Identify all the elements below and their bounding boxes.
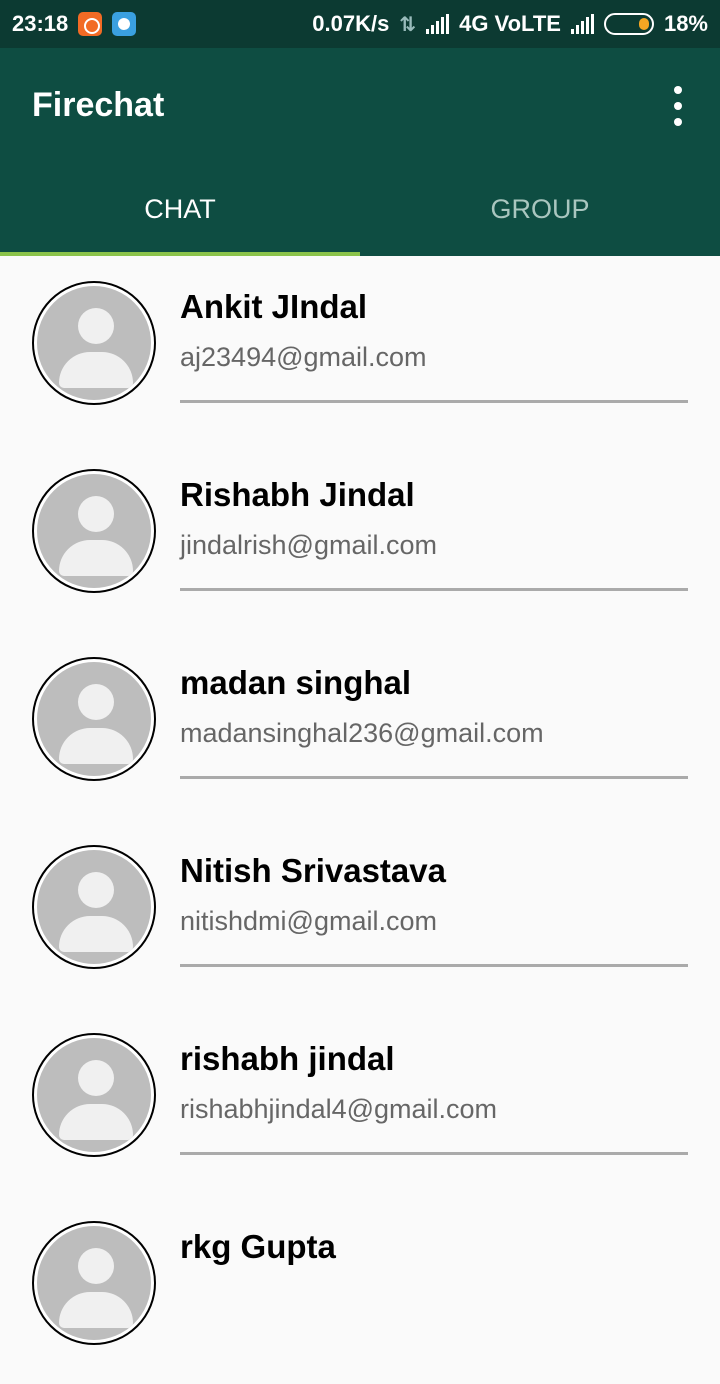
more-vert-icon[interactable] [666, 86, 690, 126]
status-time: 23:18 [12, 11, 69, 36]
mi-notification-icon [78, 12, 103, 36]
avatar [32, 845, 156, 969]
contact-name: Nitish Srivastava [180, 852, 446, 889]
avatar [32, 657, 156, 781]
contact-email: jindalrish@gmail.com [180, 530, 437, 560]
divider [180, 1152, 688, 1155]
contact-item[interactable]: Rishabh Jindal jindalrish@gmail.com [0, 444, 720, 632]
divider [180, 776, 688, 779]
contact-name: Rishabh Jindal [180, 476, 415, 513]
contact-item[interactable]: madan singhal madansinghal236@gmail.com [0, 632, 720, 820]
contact-name: rkg Gupta [180, 1228, 336, 1265]
contact-item[interactable]: Nitish Srivastava nitishdmi@gmail.com [0, 820, 720, 1008]
data-activity-icon: ⇅ [399, 13, 417, 36]
contact-email: nitishdmi@gmail.com [180, 906, 437, 936]
avatar [32, 469, 156, 593]
network-type: 4G VoLTE [459, 11, 561, 36]
contact-list: Ankit JIndal aj23494@gmail.com Rishabh J… [0, 256, 720, 1384]
contact-email: madansinghal236@gmail.com [180, 718, 544, 748]
contact-email: aj23494@gmail.com [180, 342, 427, 372]
contact-name: Ankit JIndal [180, 288, 368, 325]
contact-item[interactable]: rishabh jindal rishabhjindal4@gmail.com [0, 1008, 720, 1196]
contact-item[interactable]: rkg Gupta [0, 1196, 720, 1384]
tab-group-label: GROUP [490, 194, 590, 224]
divider [180, 964, 688, 967]
avatar [32, 1033, 156, 1157]
signal-strength-icon-2 [570, 14, 594, 34]
contact-name: madan singhal [180, 664, 412, 701]
divider [180, 588, 688, 591]
contact-item[interactable]: Ankit JIndal aj23494@gmail.com [0, 256, 720, 444]
tab-bar: CHAT GROUP [0, 182, 720, 256]
tab-group[interactable]: GROUP [360, 182, 720, 256]
avatar [32, 281, 156, 405]
tab-chat-label: CHAT [144, 194, 216, 224]
status-bar: 23:18 0.07K/s ⇅ 4G VoLTE 18% [0, 0, 720, 48]
contact-email: rishabhjindal4@gmail.com [180, 1094, 498, 1124]
battery-percent: 18% [663, 11, 708, 36]
app-bar: Firechat CHAT GROUP [0, 48, 720, 256]
avatar [32, 1221, 156, 1345]
app-notification-icon [112, 12, 137, 36]
network-speed: 0.07K/s [312, 11, 390, 36]
signal-strength-icon [426, 14, 450, 34]
contact-name: rishabh jindal [180, 1040, 395, 1077]
battery-icon [603, 13, 654, 35]
divider [180, 400, 688, 403]
app-title: Firechat [32, 86, 165, 124]
tab-chat[interactable]: CHAT [0, 182, 360, 256]
